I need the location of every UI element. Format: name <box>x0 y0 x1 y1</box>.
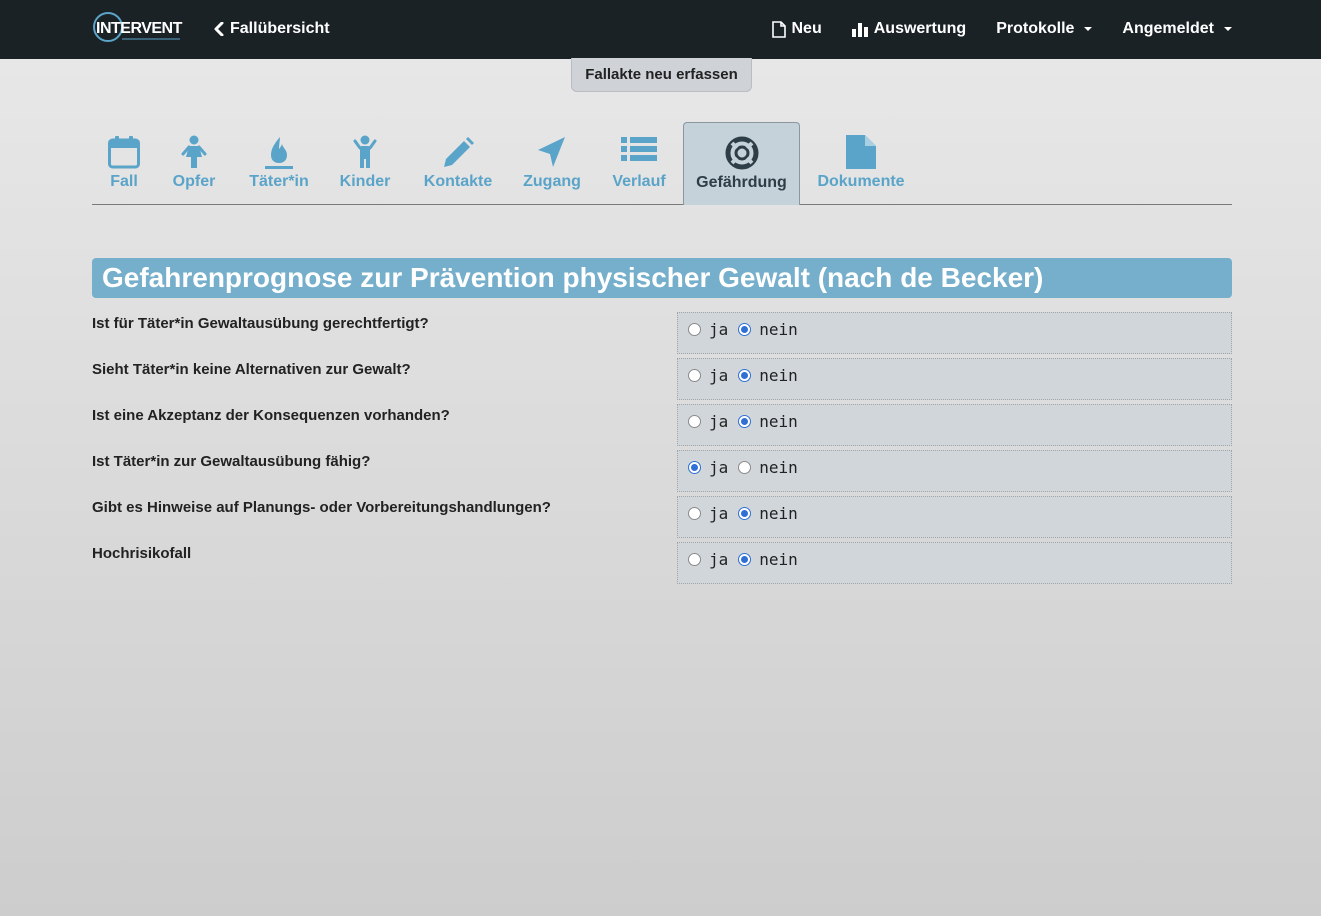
caret-down-icon <box>1224 27 1232 31</box>
option-label-ja: ja <box>709 412 729 431</box>
tab-opfer[interactable]: Opfer <box>171 122 217 204</box>
tab-label: Täter*in <box>249 173 309 190</box>
intervent-logo[interactable]: INTERVENT <box>92 11 184 44</box>
tab-kinder[interactable]: Kinder <box>340 122 390 204</box>
radio-ja[interactable] <box>688 323 701 336</box>
new-case-file-button[interactable]: Fallakte neu erfassen <box>571 58 752 92</box>
answer-group: ja nein <box>677 542 1232 584</box>
answer-group: ja nein <box>677 358 1232 400</box>
tab-kontakte[interactable]: Kontakte <box>423 122 493 204</box>
nav-new-button[interactable]: Neu <box>771 19 822 39</box>
radio-ja[interactable] <box>688 415 701 428</box>
bar-chart-icon <box>851 22 868 37</box>
option-label-ja: ja <box>709 320 729 339</box>
question-label: Ist Täter*in zur Gewaltausübung fähig? <box>92 453 371 470</box>
radio-ja[interactable] <box>688 553 701 566</box>
tab-gefaehrdung[interactable]: Gefährdung <box>683 122 800 205</box>
section-title: Gefahrenprognose zur Prävention physisch… <box>92 258 1232 298</box>
nav-account-dropdown[interactable]: Angemeldet <box>1122 19 1232 39</box>
question-row: Gibt es Hinweise auf Planungs- oder Vorb… <box>92 496 1232 538</box>
radio-nein[interactable] <box>738 415 752 428</box>
tab-label: Zugang <box>523 173 581 190</box>
option-label-ja: ja <box>709 366 729 385</box>
tab-label: Fall <box>110 173 138 190</box>
option-label-nein: nein <box>759 458 798 477</box>
option-label-nein: nein <box>759 504 798 523</box>
option-label-ja: ja <box>709 550 729 569</box>
option-label-ja: ja <box>709 458 729 477</box>
nav-protocols-dropdown[interactable]: Protokolle <box>996 19 1093 39</box>
fire-icon <box>265 137 293 169</box>
file-icon <box>771 20 786 38</box>
nav-evaluation-label: Auswertung <box>873 20 967 37</box>
nav-evaluation-button[interactable]: Auswertung <box>851 19 967 39</box>
svg-text:INTERVENT: INTERVENT <box>96 20 183 37</box>
radio-nein[interactable] <box>738 507 752 520</box>
option-label-nein: nein <box>759 320 798 339</box>
radio-ja[interactable] <box>688 507 701 520</box>
tab-label: Gefährdung <box>696 174 787 191</box>
top-navbar: INTERVENT Fallübersicht Neu Auswertung P… <box>0 0 1321 59</box>
question-row: Sieht Täter*in keine Alternativen zur Ge… <box>92 358 1232 400</box>
radio-nein[interactable] <box>738 461 752 474</box>
question-row: Ist eine Akzeptanz der Konsequenzen vorh… <box>92 404 1232 446</box>
radio-nein[interactable] <box>738 323 752 336</box>
child-arms-icon <box>353 135 377 168</box>
radio-ja[interactable] <box>688 461 701 474</box>
tab-label: Kontakte <box>423 173 493 190</box>
radio-nein[interactable] <box>738 369 752 382</box>
radio-ja[interactable] <box>688 369 701 382</box>
caret-down-icon <box>1084 27 1093 31</box>
question-label: Ist für Täter*in Gewaltausübung gerechtf… <box>92 315 429 332</box>
tab-taeter[interactable]: Täter*in <box>249 122 309 204</box>
nav-protocols-label: Protokolle <box>996 20 1075 37</box>
question-label: Gibt es Hinweise auf Planungs- oder Vorb… <box>92 499 551 516</box>
document-icon <box>846 135 876 169</box>
answer-group: ja nein <box>677 496 1232 538</box>
location-arrow-icon <box>538 137 565 167</box>
case-tabs: Fall Opfer Täter*in Kinder Kontakte Zuga… <box>92 122 1232 205</box>
question-label: Sieht Täter*in keine Alternativen zur Ge… <box>92 361 411 378</box>
question-row: Hochrisikofall ja nein <box>92 542 1232 584</box>
option-label-nein: nein <box>759 366 798 385</box>
tab-dokumente[interactable]: Dokumente <box>817 122 905 204</box>
option-label-ja: ja <box>709 504 729 523</box>
back-to-case-overview-link[interactable]: Fallübersicht <box>214 19 330 39</box>
pencil-icon <box>444 137 474 167</box>
chevron-left-icon <box>214 22 224 36</box>
tab-label: Opfer <box>172 173 216 190</box>
answer-group: ja nein <box>677 404 1232 446</box>
child-icon <box>181 135 207 168</box>
tab-verlauf[interactable]: Verlauf <box>611 122 667 204</box>
lifebuoy-icon <box>725 136 758 170</box>
question-label: Hochrisikofall <box>92 545 192 562</box>
option-label-nein: nein <box>759 412 798 431</box>
tab-fall[interactable]: Fall <box>106 122 142 204</box>
question-label: Ist eine Akzeptanz der Konsequenzen vorh… <box>92 407 450 424</box>
nav-account-label: Angemeldet <box>1122 20 1214 37</box>
back-link-label: Fallübersicht <box>230 20 330 37</box>
nav-new-label: Neu <box>791 20 822 37</box>
list-icon <box>621 137 657 161</box>
radio-nein[interactable] <box>738 553 752 566</box>
tab-label: Kinder <box>339 173 391 190</box>
question-row: Ist Täter*in zur Gewaltausübung fähig? j… <box>92 450 1232 492</box>
tab-zugang[interactable]: Zugang <box>523 122 581 204</box>
tab-label: Verlauf <box>612 173 666 190</box>
answer-group: ja nein <box>677 312 1232 354</box>
calendar-icon <box>108 136 140 169</box>
option-label-nein: nein <box>759 550 798 569</box>
question-row: Ist für Täter*in Gewaltausübung gerechtf… <box>92 312 1232 354</box>
tab-label: Dokumente <box>817 173 905 190</box>
answer-group: ja nein <box>677 450 1232 492</box>
